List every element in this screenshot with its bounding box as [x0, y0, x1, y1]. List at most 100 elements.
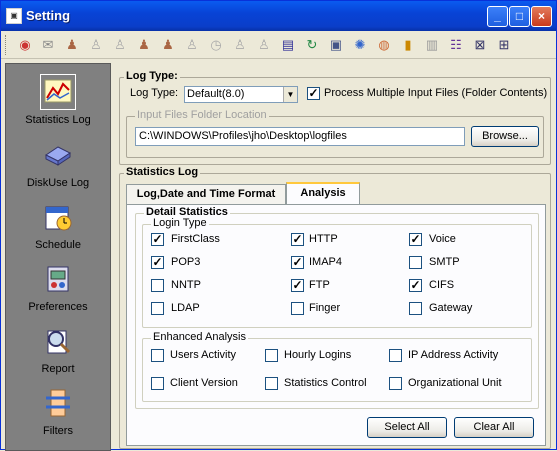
checkbox-label: Statistics Control	[284, 377, 367, 389]
tab-analysis[interactable]: Analysis	[286, 182, 360, 205]
imap4-checkbox[interactable]	[291, 256, 304, 269]
firstclass-checkbox[interactable]	[151, 233, 164, 246]
maximize-button[interactable]: □	[509, 6, 530, 27]
hourly-logins-checkbox[interactable]	[265, 349, 278, 362]
client-version-checkbox[interactable]	[151, 377, 164, 390]
sidebar-item-label: DiskUse Log	[26, 177, 90, 189]
nntp-checkbox[interactable]	[151, 279, 164, 292]
folder-location-group: Input Files Folder Location C:\WINDOWS\P…	[126, 109, 544, 158]
multi-files-checkbox[interactable]	[307, 87, 320, 100]
multi-files-label: Process Multiple Input Files (Folder Con…	[324, 87, 548, 99]
chart-icon	[40, 74, 76, 110]
browse-button[interactable]: Browse...	[471, 126, 539, 147]
sidebar-item-filters[interactable]: Filters	[6, 385, 110, 447]
enhanced-analysis-group: Enhanced Analysis Users Activity Hourly …	[142, 331, 532, 402]
folder-path-input[interactable]: C:\WINDOWS\Profiles\jho\Desktop\logfiles	[135, 127, 465, 146]
http-checkbox[interactable]	[291, 233, 304, 246]
voice-checkbox[interactable]	[409, 233, 422, 246]
clear-all-button[interactable]: Clear All	[454, 417, 534, 438]
user-lock-icon[interactable]: ♙	[183, 36, 201, 54]
analysis-panel: Detail Statistics Login Type FirstClass …	[126, 204, 546, 446]
sidebar: Statistics Log DiskUse Log Schedule Pref…	[5, 63, 111, 451]
checkbox-label: SMTP	[429, 256, 460, 268]
checkbox-label: IP Address Activity	[408, 349, 499, 361]
sidebar-item-preferences[interactable]: Preferences	[6, 261, 110, 323]
clock-icon[interactable]: ◷	[207, 36, 225, 54]
filter-icon	[46, 389, 70, 417]
checkbox-label: Finger	[309, 302, 341, 314]
cifs-checkbox[interactable]	[409, 279, 422, 292]
checkbox-label: Voice	[429, 233, 456, 245]
log-type-label: Log Type:	[130, 87, 179, 99]
dotted-user-icon[interactable]: ♙	[87, 36, 105, 54]
sidebar-item-diskuse-log[interactable]: DiskUse Log	[6, 137, 110, 199]
sidebar-item-label: Report	[41, 363, 75, 375]
sidebar-item-schedule[interactable]: Schedule	[6, 199, 110, 261]
checklist-icon[interactable]: ☷	[447, 36, 465, 54]
toolbar: ◉ ✉ ♟ ♙ ♙ ♟ ♟ ♙ ◷ ♙ ♙ ▤ ↻ ▣ ✺ ◍ ▮ ▥ ☷ ⊠ …	[1, 31, 556, 59]
users-activity-checkbox[interactable]	[151, 349, 164, 362]
document-icon[interactable]: ▥	[423, 36, 441, 54]
checkbox-label: CIFS	[429, 279, 455, 291]
window-close-icon[interactable]: ⊠	[471, 36, 489, 54]
checkbox-label: HTTP	[309, 233, 338, 245]
network-icon[interactable]: ✺	[351, 36, 369, 54]
main-panel: Log Type: Log Type: Default(8.0) ▼ Proce…	[115, 63, 555, 451]
user-hammer-icon[interactable]: ♟	[63, 36, 81, 54]
sidebar-item-label: Filters	[43, 425, 73, 437]
window-settings-icon[interactable]: ⊞	[495, 36, 513, 54]
globe-icon[interactable]: ◉	[16, 36, 34, 54]
finger-checkbox[interactable]	[291, 302, 304, 315]
globe-chart-icon[interactable]: ◍	[375, 36, 393, 54]
checkbox-label: Client Version	[170, 377, 238, 389]
group-title: Log Type:	[124, 70, 180, 82]
statistics-control-checkbox[interactable]	[265, 377, 278, 390]
minimize-button[interactable]: _	[487, 6, 508, 27]
log-type-select[interactable]: Default(8.0) ▼	[184, 86, 298, 103]
envelope-icon[interactable]: ✉	[39, 36, 57, 54]
pop3-checkbox[interactable]	[151, 256, 164, 269]
checkbox-label: FirstClass	[171, 233, 220, 245]
image-icon[interactable]: ▣	[327, 36, 345, 54]
calendar-icon	[45, 206, 72, 231]
bar-chart-icon[interactable]: ▮	[399, 36, 417, 54]
report-icon	[47, 330, 71, 354]
sidebar-item-report[interactable]: Report	[6, 323, 110, 385]
gateway-checkbox[interactable]	[409, 302, 422, 315]
sidebar-item-statistics-log[interactable]: Statistics Log	[6, 74, 110, 136]
title-bar[interactable]: ▣ Setting _ □ ×	[1, 1, 556, 31]
log-type-group: Log Type: Log Type: Default(8.0) ▼ Proce…	[119, 70, 551, 165]
chevron-down-icon[interactable]: ▼	[283, 87, 297, 102]
checkbox-label: LDAP	[171, 302, 200, 314]
refresh-icon[interactable]: ↻	[303, 36, 321, 54]
list-icon[interactable]: ▤	[279, 36, 297, 54]
ip-address-activity-checkbox[interactable]	[389, 349, 402, 362]
user-edit-icon[interactable]: ♟	[159, 36, 177, 54]
close-button[interactable]: ×	[531, 6, 552, 27]
checkbox-label: Users Activity	[170, 349, 237, 361]
checkbox-label: NNTP	[171, 279, 201, 291]
sidebar-item-label: Preferences	[28, 301, 88, 313]
tab-log-date-time-format[interactable]: Log,Date and Time Format	[126, 184, 286, 205]
sidebar-item-label: Statistics Log	[25, 114, 91, 126]
toolbar-grip	[5, 35, 8, 55]
checkbox-label: FTP	[309, 279, 330, 291]
checkbox-label: POP3	[171, 256, 201, 268]
dotted-user-icon[interactable]: ♙	[231, 36, 249, 54]
dotted-user-icon[interactable]: ♙	[111, 36, 129, 54]
app-icon: ▣	[6, 8, 22, 24]
login-type-group: Login Type FirstClass HTTP Voice POP3 IM…	[142, 217, 532, 328]
statistics-log-group: Statistics Log Log,Date and Time Format …	[119, 166, 551, 449]
dotted-user-icon[interactable]: ♙	[255, 36, 273, 54]
smtp-checkbox[interactable]	[409, 256, 422, 269]
detail-statistics-group: Detail Statistics Login Type FirstClass …	[135, 206, 539, 409]
organizational-unit-checkbox[interactable]	[389, 377, 402, 390]
preferences-icon	[47, 266, 69, 292]
checkbox-label: IMAP4	[309, 256, 343, 268]
group-title: Enhanced Analysis	[151, 331, 248, 343]
select-all-button[interactable]: Select All	[367, 417, 447, 438]
user-tool-icon[interactable]: ♟	[135, 36, 153, 54]
ftp-checkbox[interactable]	[291, 279, 304, 292]
checkbox-label: Organizational Unit	[408, 377, 502, 389]
ldap-checkbox[interactable]	[151, 302, 164, 315]
